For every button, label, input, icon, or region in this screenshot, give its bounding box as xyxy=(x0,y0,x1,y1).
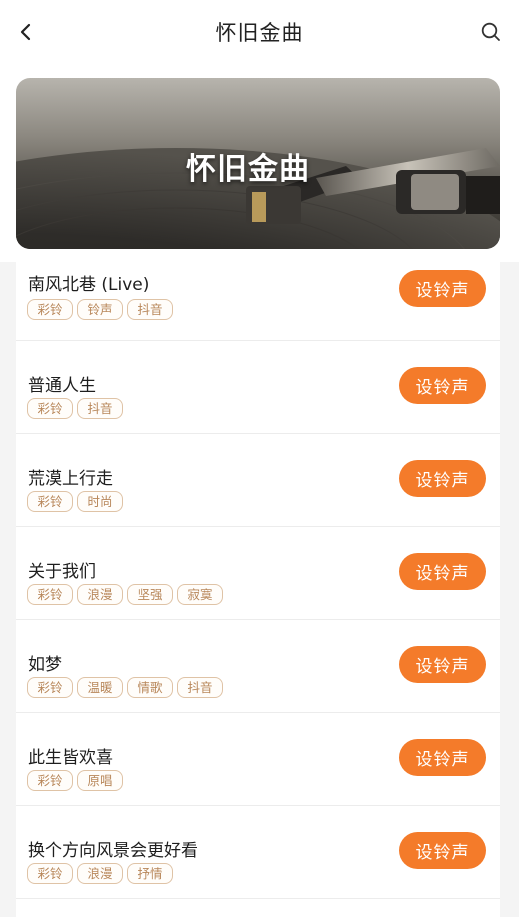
set-ringtone-button[interactable]: 设铃声 xyxy=(399,832,486,869)
banner[interactable]: 怀旧金曲 xyxy=(16,78,500,249)
song-tag: 情歌 xyxy=(127,677,173,698)
set-ringtone-button[interactable]: 设铃声 xyxy=(399,739,486,776)
tag-group: 彩铃 原唱 xyxy=(27,770,123,791)
set-ringtone-button[interactable]: 设铃声 xyxy=(399,270,486,307)
song-title: 南风北巷 (Live) xyxy=(28,275,150,295)
tag-group: 彩铃 温暖 情歌 抖音 xyxy=(27,677,223,698)
song-title: 荒漠上行走 xyxy=(28,469,113,489)
song-tag: 抖音 xyxy=(177,677,223,698)
list-item[interactable]: 换个方向风景会更好看 彩铃 浪漫 抒情 设铃声 xyxy=(16,806,500,899)
song-tag: 彩铃 xyxy=(27,299,73,320)
list-item[interactable]: 普通人生 彩铃 抖音 设铃声 xyxy=(16,341,500,434)
tag-group: 彩铃 浪漫 坚强 寂寞 xyxy=(27,584,223,605)
search-button[interactable] xyxy=(475,16,507,48)
song-tag: 抖音 xyxy=(77,398,123,419)
page-title: 怀旧金曲 xyxy=(215,21,304,45)
list-item[interactable]: 南风北巷 (Live) 彩铃 铃声 抖音 设铃声 xyxy=(16,262,500,341)
back-button[interactable] xyxy=(10,16,42,48)
set-ringtone-button[interactable]: 设铃声 xyxy=(399,646,486,683)
song-tag: 铃声 xyxy=(77,299,123,320)
song-title: 换个方向风景会更好看 xyxy=(28,841,198,861)
list-item[interactable]: 关于我们 彩铃 浪漫 坚强 寂寞 设铃声 xyxy=(16,527,500,620)
list-item[interactable]: 此生皆欢喜 彩铃 原唱 设铃声 xyxy=(16,713,500,806)
song-title: 如梦 xyxy=(28,655,62,675)
song-tag: 彩铃 xyxy=(27,770,73,791)
banner-title: 怀旧金曲 xyxy=(186,152,310,187)
tag-group: 彩铃 铃声 抖音 xyxy=(27,299,173,320)
song-tag: 浪漫 xyxy=(77,863,123,884)
song-tag: 浪漫 xyxy=(77,584,123,605)
tag-group: 彩铃 浪漫 抒情 xyxy=(27,863,173,884)
song-tag: 彩铃 xyxy=(27,491,73,512)
song-tag: 彩铃 xyxy=(27,863,73,884)
list-item[interactable]: 如梦 彩铃 温暖 情歌 抖音 设铃声 xyxy=(16,620,500,713)
list-item[interactable]: 荒漠上行走 彩铃 时尚 设铃声 xyxy=(16,434,500,527)
set-ringtone-button[interactable]: 设铃声 xyxy=(399,553,486,590)
song-tag: 坚强 xyxy=(127,584,173,605)
song-title: 此生皆欢喜 xyxy=(28,748,113,768)
song-tag: 原唱 xyxy=(77,770,123,791)
song-tag: 彩铃 xyxy=(27,677,73,698)
search-icon xyxy=(481,22,500,41)
song-tag: 温暖 xyxy=(77,677,123,698)
set-ringtone-button[interactable]: 设铃声 xyxy=(399,460,486,497)
song-tag: 时尚 xyxy=(77,491,123,512)
song-tag: 抒情 xyxy=(127,863,173,884)
song-tag: 彩铃 xyxy=(27,584,73,605)
tag-group: 彩铃 时尚 xyxy=(27,491,123,512)
song-tag: 抖音 xyxy=(127,299,173,320)
chevron-left-icon xyxy=(20,23,31,41)
tag-group: 彩铃 抖音 xyxy=(27,398,123,419)
song-tag: 寂寞 xyxy=(177,584,223,605)
song-title: 关于我们 xyxy=(28,562,96,582)
song-title: 普通人生 xyxy=(28,376,96,396)
top-navigation-bar: 怀旧金曲 xyxy=(0,0,519,66)
set-ringtone-button[interactable]: 设铃声 xyxy=(399,367,486,404)
song-tag: 彩铃 xyxy=(27,398,73,419)
song-list: 南风北巷 (Live) 彩铃 铃声 抖音 设铃声 普通人生 彩铃 抖音 设铃声 荒漠上行走 彩铃 时尚… xyxy=(16,262,500,917)
